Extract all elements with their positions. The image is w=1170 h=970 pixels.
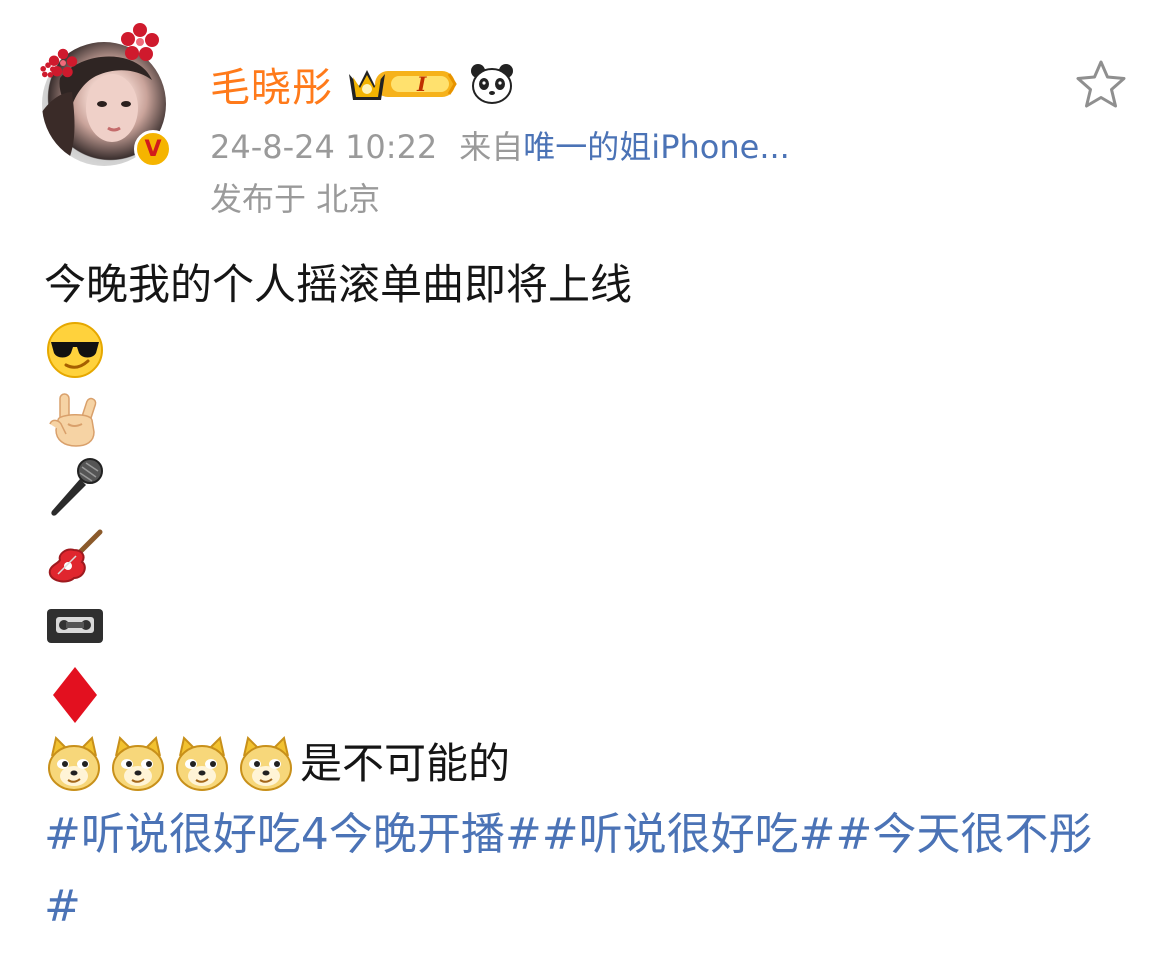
panda-icon — [471, 64, 513, 104]
avatar[interactable]: V — [40, 23, 172, 170]
videocassette-emoji — [47, 608, 103, 643]
hashtag-links[interactable]: #听说很好吃4今晚开播##听说很好吃##今天很不彤# — [44, 799, 1129, 943]
name-row: 毛晓彤 I — [210, 55, 515, 113]
post-location: 发布于 北京 — [210, 180, 381, 218]
post-text-line: 今晚我的个人摇滚单曲即将上线 — [44, 260, 633, 309]
emoji-line — [44, 453, 1134, 522]
doge-emoji — [112, 736, 164, 791]
favorite-star-icon[interactable] — [1074, 58, 1128, 112]
red-diamond-emoji — [53, 666, 97, 723]
post-header: V 毛晓彤 I 24-8-24 10:22 来自唯一的姐iPhone... 发布… — [0, 0, 1170, 230]
post-time[interactable]: 24-8-24 10:22 — [210, 128, 437, 166]
emoji-line — [44, 591, 1134, 660]
guitar-emoji — [48, 529, 103, 582]
doge-line: 是不可能的 — [44, 729, 1134, 799]
svg-text:I: I — [416, 72, 427, 96]
flower-icon — [121, 23, 159, 61]
verified-badge: V — [134, 130, 172, 168]
post-meta: 24-8-24 10:22 来自唯一的姐iPhone... — [210, 122, 790, 168]
rock-hand-emoji — [49, 392, 97, 447]
emoji-line — [44, 315, 1134, 384]
flower-icon — [40, 62, 56, 78]
emoji-line — [44, 660, 1134, 729]
microphone-emoji — [51, 457, 103, 516]
doge-emoji — [176, 736, 228, 791]
emoji-line — [44, 384, 1134, 453]
source-prefix: 来自 — [459, 128, 524, 166]
crown-vip-icon[interactable]: I — [345, 62, 457, 106]
post-text-line: 是不可能的 — [300, 739, 511, 788]
doge-emoji — [240, 736, 292, 791]
author-name[interactable]: 毛晓彤 — [210, 55, 333, 113]
emoji-line — [44, 522, 1134, 591]
doge-emoji — [48, 736, 100, 791]
post-content: 今晚我的个人摇滚单曲即将上线 是不可能的 #听说很好吃4今晚开播##听说很好吃#… — [44, 255, 1134, 943]
post-source-link[interactable]: 唯一的姐iPhone... — [523, 128, 790, 166]
sunglasses-emoji — [47, 321, 103, 378]
